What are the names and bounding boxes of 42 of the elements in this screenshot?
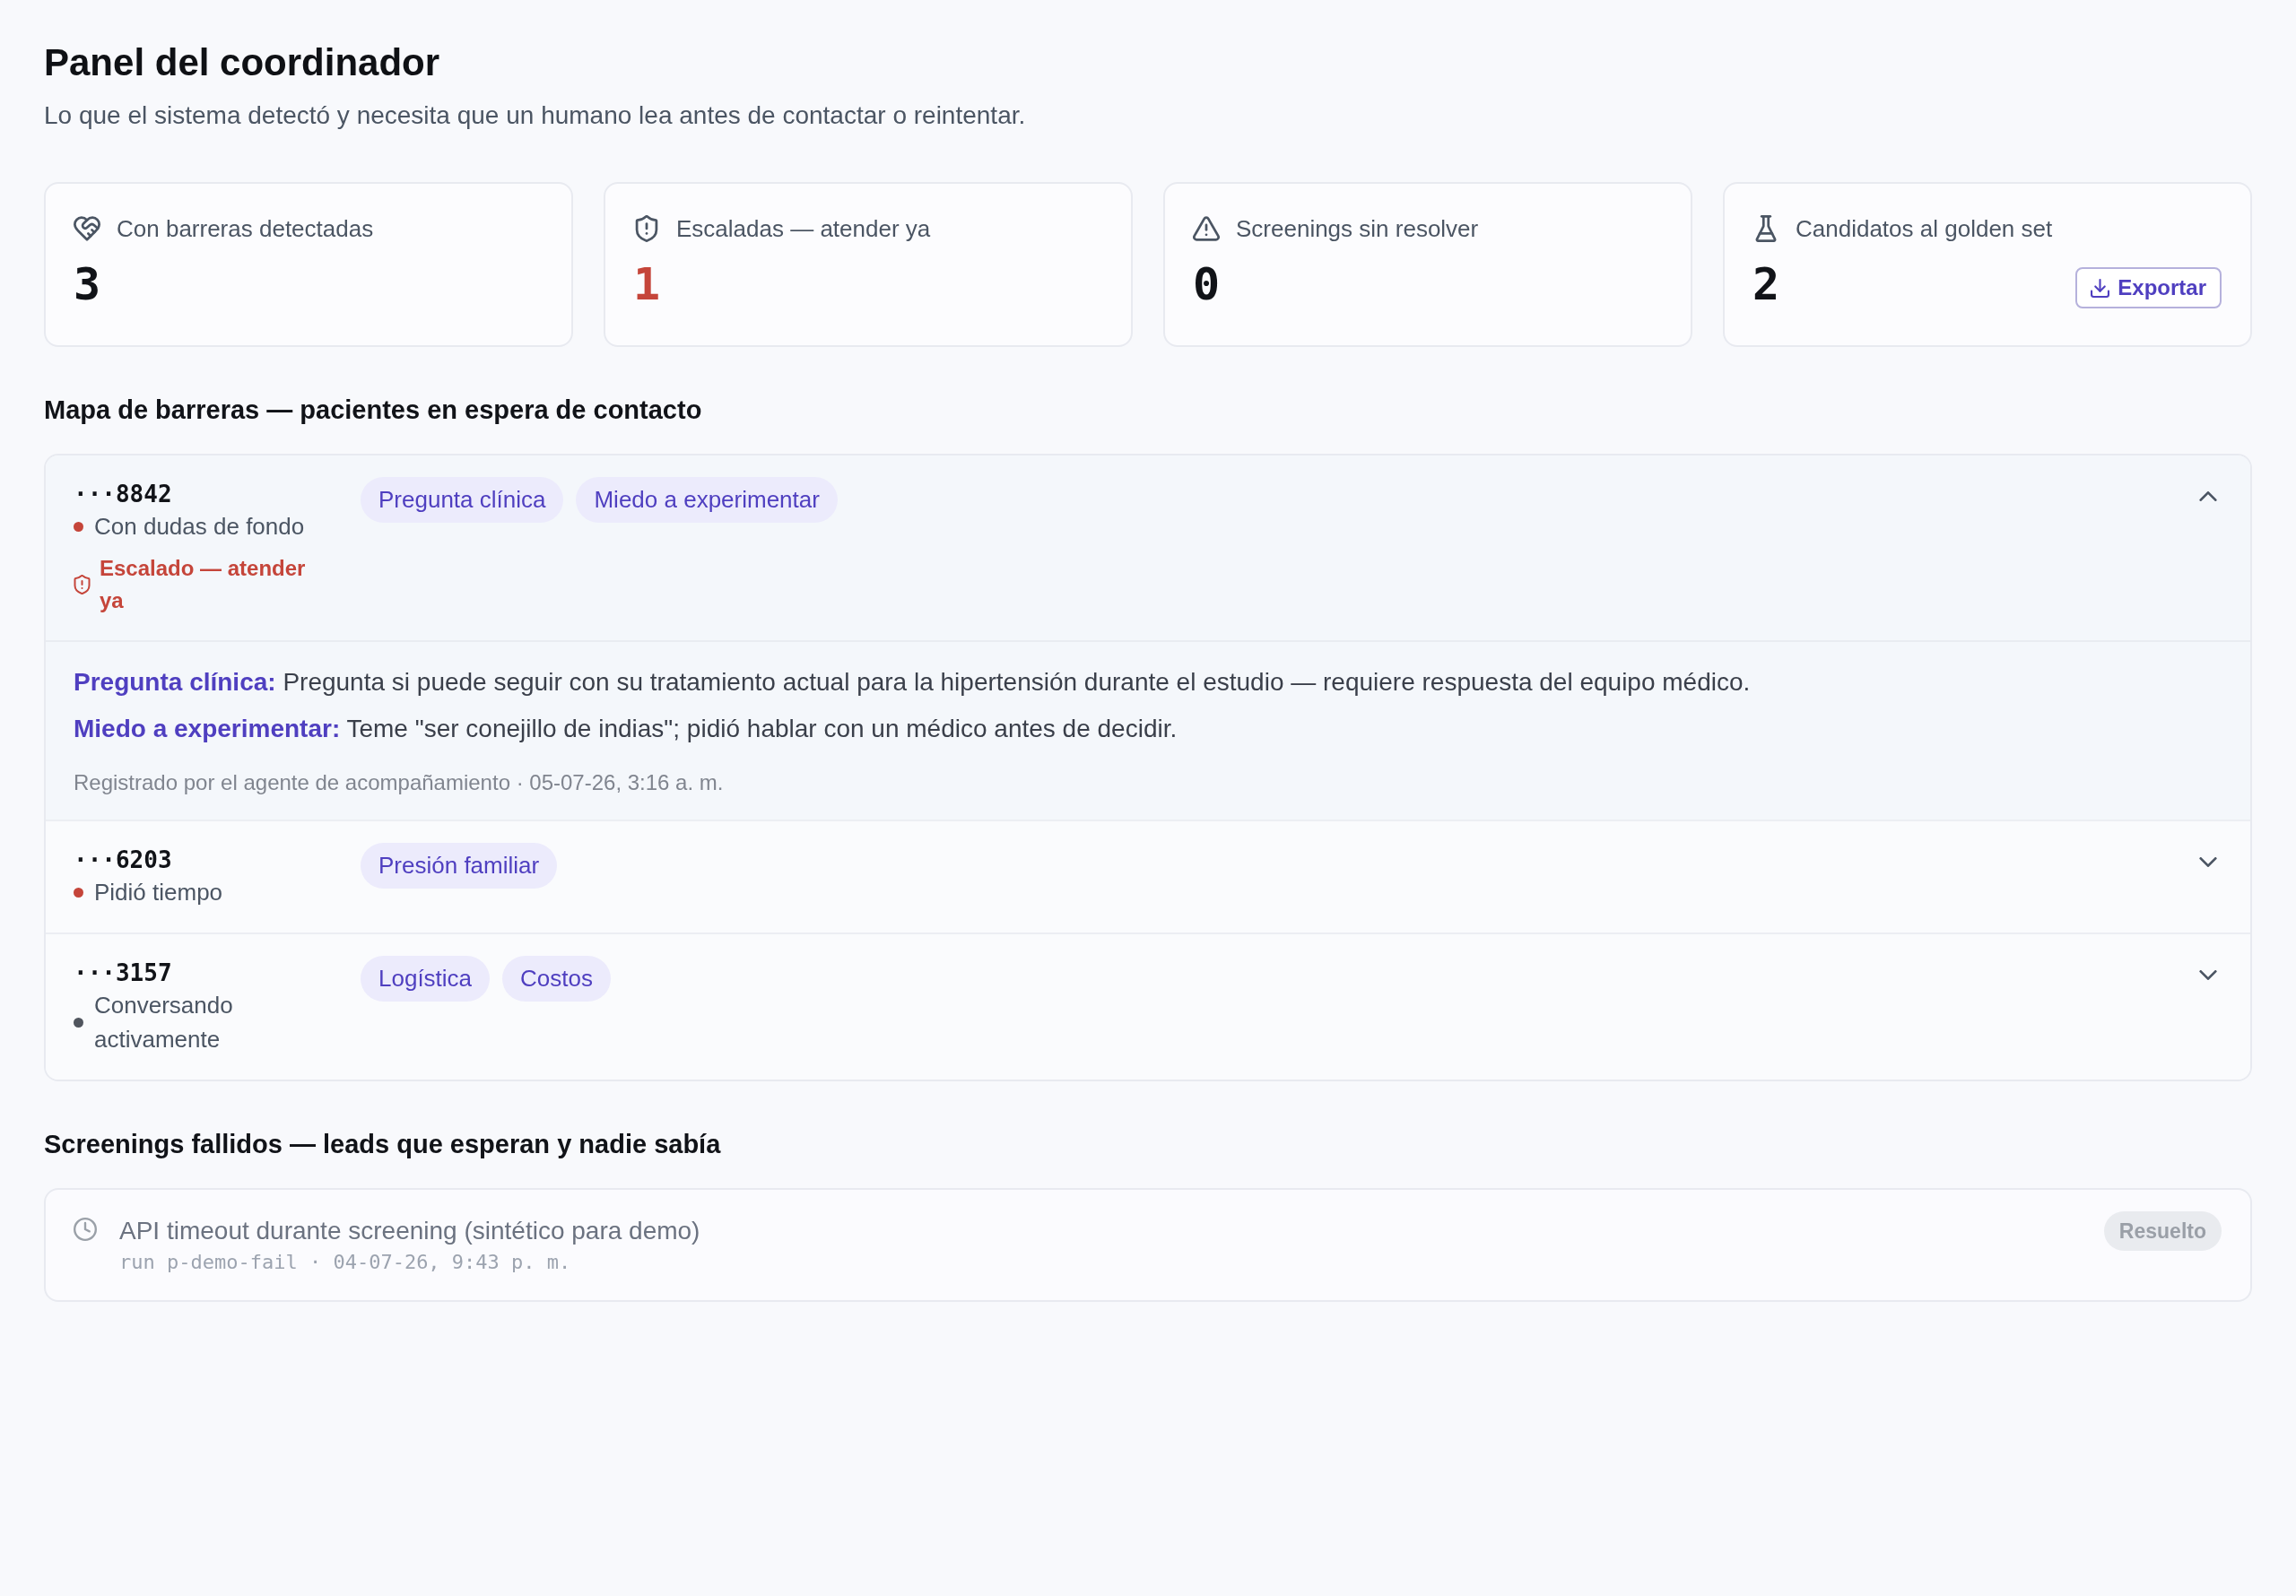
barrier-tag: Pregunta clínica xyxy=(361,477,564,523)
section-heading: Screenings fallidos — leads que esperan y nadie sabía xyxy=(44,1129,722,1160)
chevron-down-icon[interactable] xyxy=(2199,857,2217,867)
chevron-down-icon[interactable] xyxy=(2199,970,2217,980)
page-subtitle: Lo que el sistema detectó y necesita que un humano lea antes de contactar o reintentar. xyxy=(44,100,1027,131)
chevron-up-icon[interactable] xyxy=(2199,491,2217,501)
patient-row[interactable]: ···3157 Conversando activamente Logística Costos xyxy=(46,932,2250,1080)
patient-row[interactable] xyxy=(46,455,2250,820)
stat-value: 0 xyxy=(1193,259,1221,309)
warning-icon xyxy=(1193,215,1220,242)
page-title: Panel del coordinador xyxy=(44,40,441,85)
escalation-label: Escalado — atender ya xyxy=(100,555,307,614)
clock-icon xyxy=(74,1218,97,1241)
barrier-tag: Presión familiar xyxy=(361,843,558,889)
shield-alert-icon xyxy=(633,215,660,242)
patient-status: Pidió tiempo xyxy=(94,878,223,907)
patient-status: Con dudas de fondo xyxy=(94,512,305,542)
section-heading: Mapa de barreras — pacientes en espera de contacto xyxy=(44,395,703,426)
barrier-tag: Logística xyxy=(361,956,491,1002)
export-button[interactable]: Exportar xyxy=(2075,267,2222,308)
barrier-note: Pregunta clínica: Pregunta si puede seguir con su tratamiento actual para la hipertensión durante el estudio — requiere respuesta del equipo médico. xyxy=(74,667,1752,698)
stat-label: Screenings sin resolver xyxy=(1236,214,1479,244)
failure-title: API timeout durante screening (sintético para demo) xyxy=(119,1216,701,1246)
stat-label: Escaladas — atender ya xyxy=(676,214,931,244)
stat-label: Candidatos al golden set xyxy=(1796,214,2053,244)
stat-value: 2 xyxy=(1752,259,1780,309)
stat-value: 3 xyxy=(74,259,101,309)
patient-id: ···8842 xyxy=(74,480,173,509)
barrier-note: Miedo a experimentar: Teme "ser conejillo de indias"; pidió hablar con un médico antes de decidir. xyxy=(74,714,1178,744)
barrier-tag: Costos xyxy=(502,956,611,1002)
status-badge: Resuelto xyxy=(2103,1211,2222,1251)
log-note: Registrado por el agente de acompañamiento · 05-07-26, 3:16 a. m. xyxy=(74,769,725,796)
heart-icon xyxy=(74,215,100,242)
run-meta: run p-demo-fail · 04-07-26, 9:43 p. m. xyxy=(119,1250,572,1275)
patient-status: Conversando activamente xyxy=(94,991,234,1054)
stat-label: Con barreras detectadas xyxy=(117,214,374,244)
patient-id: ···3157 xyxy=(74,958,173,988)
download-icon xyxy=(2091,278,2110,298)
stat-value: 1 xyxy=(633,259,661,309)
patient-id: ···6203 xyxy=(74,846,173,875)
barrier-tag: Miedo a experimentar xyxy=(576,477,838,523)
shield-alert-icon xyxy=(74,575,91,594)
